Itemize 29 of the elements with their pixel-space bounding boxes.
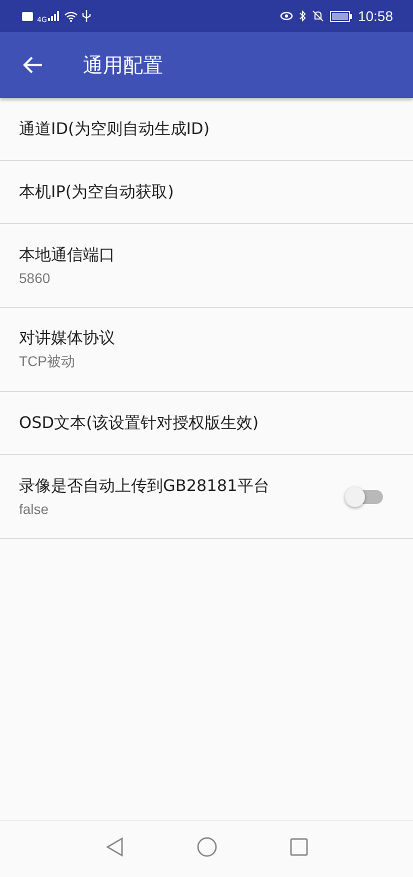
battery-icon [330,10,352,22]
setting-title: OSD文本(该设置针对授权版生效) [19,412,260,434]
setting-title: 本地通信端口 [19,245,116,266]
bluetooth-icon [298,10,306,22]
clock: 10:58 [358,8,393,24]
setting-title: 对讲媒体协议 [19,328,116,349]
setting-item[interactable]: 对讲媒体协议 TCP被动 [0,308,413,392]
setting-item[interactable]: 本机IP(为空自动获取) [0,161,413,224]
setting-item[interactable]: OSD文本(该设置针对授权版生效) [0,392,413,455]
recents-icon[interactable] [290,838,308,856]
usb-icon [82,10,91,22]
back-arrow-icon[interactable] [23,56,43,74]
setting-title: 通道ID(为空则自动生成ID) [19,118,211,140]
setting-title: 本机IP(为空自动获取) [19,182,175,202]
eye-icon [280,11,293,21]
screen-title: 通用配置 [83,52,163,78]
mute-icon [312,10,324,22]
signal-icon [48,11,60,21]
home-icon[interactable] [196,837,216,857]
setting-title: 录像是否自动上传到GB28181平台 [19,476,270,497]
setting-summary: TCP被动 [19,353,76,371]
toggle-switch[interactable] [347,490,383,504]
setting-summary: 5860 [19,270,52,286]
setting-item[interactable]: 通道ID(为空则自动生成ID) [0,98,413,161]
back-icon[interactable] [106,837,124,857]
wifi-icon [64,10,78,22]
setting-summary: false [19,501,50,517]
setting-item[interactable]: 录像是否自动上传到GB28181平台 false [0,455,413,539]
setting-item[interactable]: 本地通信端口 5860 [0,224,413,308]
